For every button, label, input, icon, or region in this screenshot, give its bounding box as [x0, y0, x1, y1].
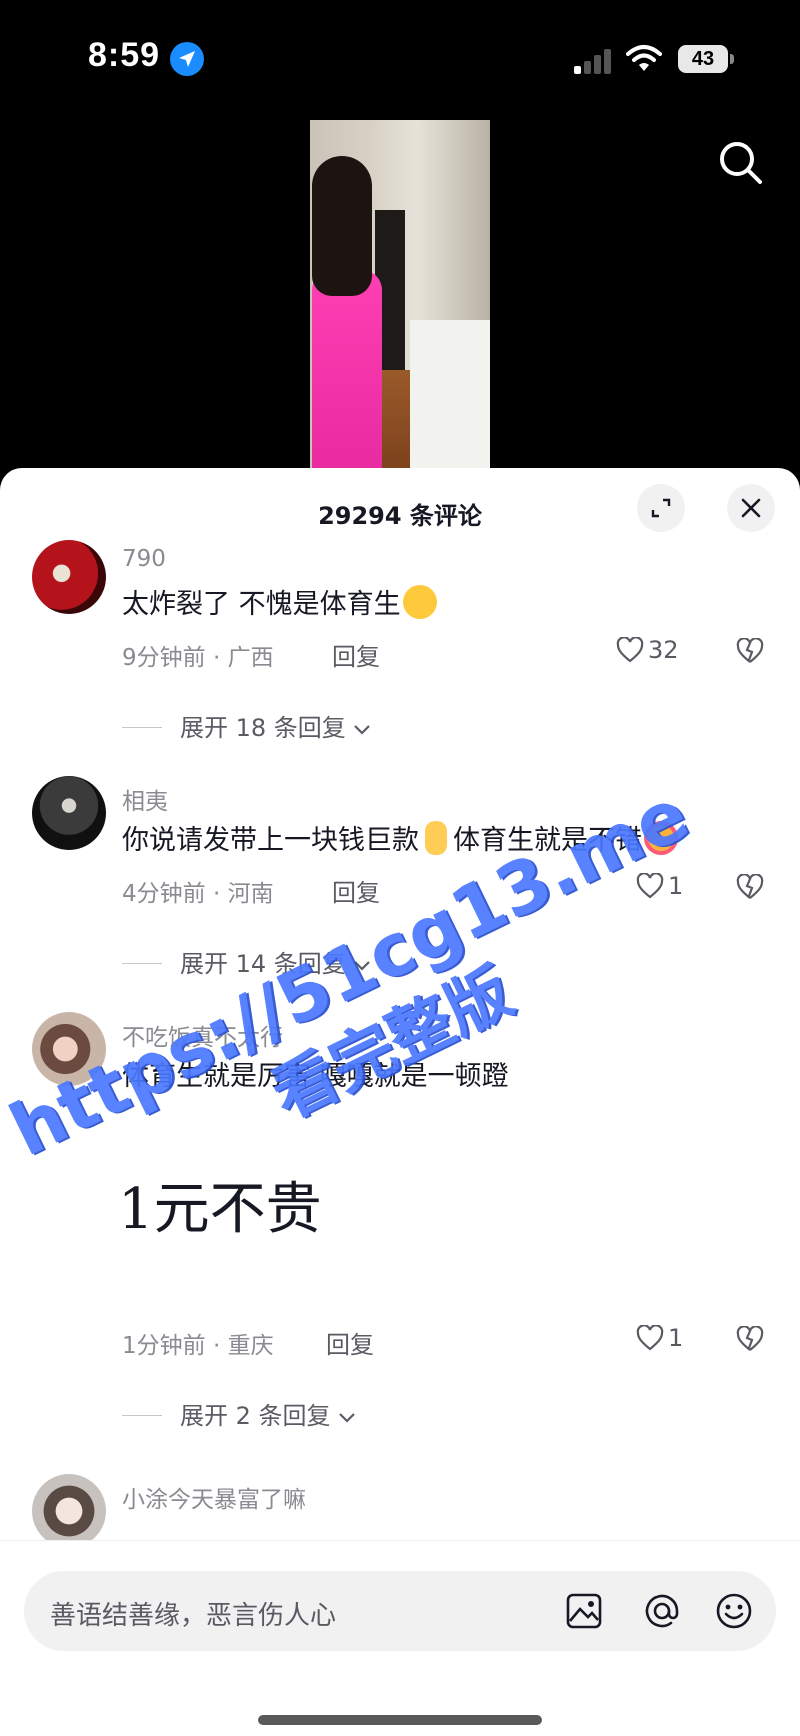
- comment-meta: 1分钟前 · 重庆: [122, 1333, 274, 1359]
- comments-sheet: 29294 条评论 790 太炸裂了 不愧是体育生 9分钟前 · 广西 回复 3…: [0, 468, 800, 1736]
- expand-sheet-button[interactable]: [637, 484, 685, 532]
- comment-username[interactable]: 相夷: [122, 782, 168, 816]
- location-arrow-icon: [170, 42, 204, 76]
- comment-text-content: 体育生就是不错: [453, 825, 642, 856]
- expand-replies-label: 展开 2 条回复: [180, 1402, 331, 1430]
- status-time: 8:59: [88, 36, 161, 74]
- expand-replies-label: 展开 18 条回复: [180, 714, 346, 742]
- comment-input-bar: 善语结善缘，恶言伤人心: [0, 1540, 800, 1736]
- comment-meta: 9分钟前 · 广西: [122, 645, 274, 671]
- expand-replies-button[interactable]: 展开 14 条回复: [122, 944, 371, 979]
- reply-button[interactable]: 回复: [332, 637, 380, 672]
- expand-replies-button[interactable]: 展开 2 条回复: [122, 1396, 356, 1431]
- broken-heart-icon: [736, 873, 764, 899]
- battery-tip: [730, 54, 734, 64]
- close-icon: [741, 498, 761, 518]
- comment-text: 体育生就是厉害 嘎嘎就是一顿蹬: [122, 1061, 509, 1092]
- comment-text-content: 你说请发带上一块钱巨款: [122, 825, 419, 856]
- like-button[interactable]: 32: [616, 636, 679, 664]
- at-mention-icon[interactable]: [640, 1589, 684, 1633]
- expand-icon: [651, 498, 671, 518]
- heart-icon: [636, 872, 664, 899]
- chevron-down-icon: [339, 1413, 355, 1423]
- wifi-icon: [626, 44, 662, 76]
- heart-eyes-emoji-icon: [644, 821, 678, 855]
- close-sheet-button[interactable]: [727, 484, 775, 532]
- finger-heart-emoji-icon: [425, 821, 447, 855]
- comment-image-text: 1元不贵: [118, 1177, 322, 1242]
- avatar[interactable]: [32, 540, 106, 614]
- comment-meta: 4分钟前 · 河南: [122, 881, 274, 907]
- comment-item: 790 太炸裂了 不愧是体育生 9分钟前 · 广西 回复 32 展开 18 条回…: [0, 540, 800, 762]
- comment-text: 你说请发带上一块钱巨款 体育生就是不错: [122, 818, 678, 857]
- battery-indicator: 43: [678, 45, 728, 73]
- chevron-down-icon: [354, 725, 371, 735]
- comment-text: 太炸裂了 不愧是体育生: [122, 582, 437, 621]
- broken-heart-icon: [736, 1325, 764, 1351]
- avatar[interactable]: [32, 1474, 106, 1548]
- like-count: 1: [668, 1324, 684, 1352]
- like-button[interactable]: 1: [636, 872, 683, 900]
- status-bar: 8:59 43: [0, 0, 800, 110]
- avatar[interactable]: [32, 776, 106, 850]
- comment-input-placeholder: 善语结善缘，恶言伤人心: [50, 1601, 337, 1631]
- comment-item: 相夷 你说请发带上一块钱巨款 体育生就是不错 4分钟前 · 河南 回复 1 展开 …: [0, 776, 800, 998]
- like-count: 1: [668, 872, 684, 900]
- cellular-signal-icon: [574, 48, 614, 74]
- video-player[interactable]: [0, 110, 800, 480]
- dislike-button[interactable]: [736, 1325, 764, 1356]
- avatar[interactable]: [32, 1012, 106, 1086]
- video-frame: [310, 120, 490, 480]
- heart-icon: [616, 636, 644, 663]
- smiling-emoji-icon: [402, 585, 437, 619]
- emoji-icon[interactable]: [712, 1589, 756, 1633]
- home-indicator: [258, 1715, 542, 1725]
- comment-username[interactable]: 小涂今天暴富了嘛: [122, 1480, 306, 1514]
- comment-input[interactable]: 善语结善缘，恶言伤人心: [24, 1571, 776, 1651]
- reply-button[interactable]: 回复: [326, 1325, 374, 1360]
- like-button[interactable]: 1: [636, 1324, 683, 1352]
- chevron-down-icon: [354, 961, 371, 971]
- comment-username[interactable]: 790: [122, 546, 166, 572]
- like-count: 32: [648, 636, 679, 664]
- dislike-button[interactable]: [736, 637, 764, 668]
- comment-text-content: 太炸裂了 不愧是体育生: [122, 589, 401, 620]
- comment-item: 不吃饭真不太行 体育生就是厉害 嘎嘎就是一顿蹬 1元不贵 1分钟前 · 重庆 回…: [0, 1012, 800, 1454]
- comment-username[interactable]: 不吃饭真不太行: [122, 1018, 283, 1052]
- expand-replies-label: 展开 14 条回复: [180, 950, 346, 978]
- comments-header: 29294 条评论: [0, 468, 800, 552]
- broken-heart-icon: [736, 637, 764, 663]
- reply-button[interactable]: 回复: [332, 873, 380, 908]
- search-icon[interactable]: [716, 138, 766, 188]
- expand-replies-button[interactable]: 展开 18 条回复: [122, 708, 371, 743]
- dislike-button[interactable]: [736, 873, 764, 904]
- image-icon[interactable]: [562, 1589, 606, 1633]
- heart-icon: [636, 1324, 664, 1351]
